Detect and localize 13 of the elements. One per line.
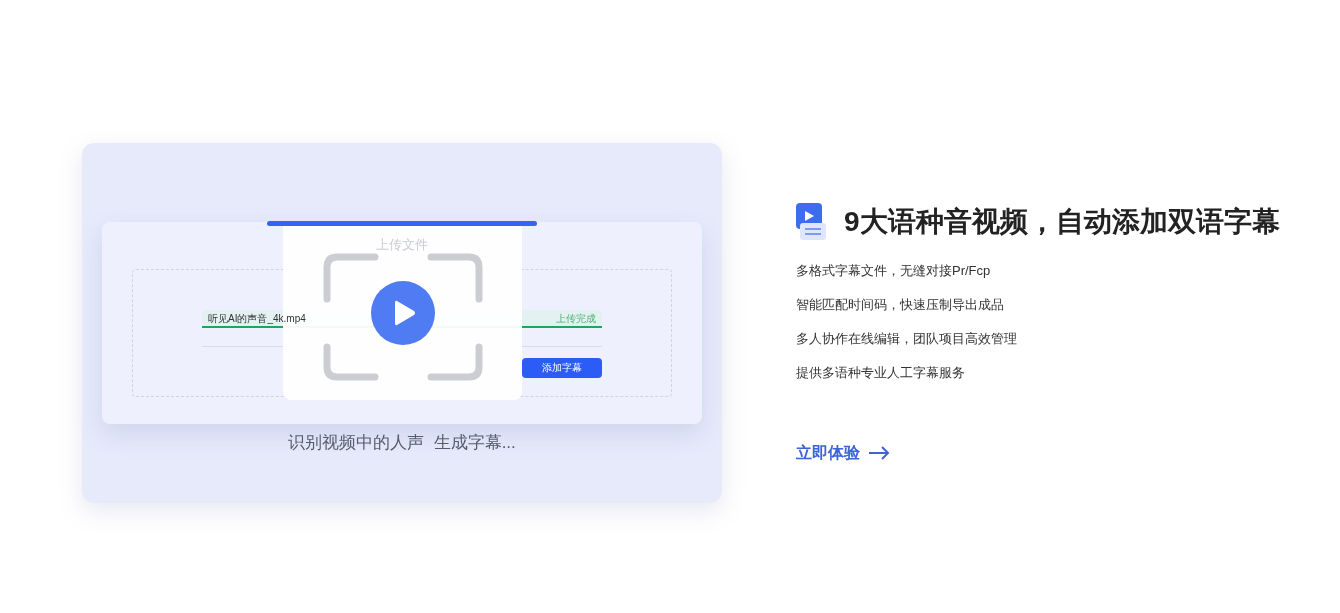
feature-item: 多格式字幕文件，无缝对接Pr/Fcp — [796, 262, 992, 279]
arrow-right-icon — [868, 446, 890, 460]
play-icon[interactable] — [370, 281, 435, 345]
upload-status: 上传完成 — [556, 314, 596, 324]
feature-item: 多人协作在线编辑，团队项目高效管理 — [796, 330, 1018, 347]
add-subtitles-button[interactable]: 添加字幕 — [522, 358, 602, 378]
caption: 识别视频中的人声 生成字幕... — [288, 432, 516, 454]
feature-item: 提供多语种专业人工字幕服务 — [796, 364, 966, 381]
try-now-link[interactable]: 立即体验 — [796, 441, 1280, 465]
video-subtitle-icon — [796, 203, 828, 241]
feature-title: 9大语种音视频，自动添加双语字幕 — [844, 208, 1280, 236]
feature-item: 智能匹配时间码，快速压制导出成品 — [796, 296, 1005, 313]
file-name: 听见AI的声音_4k.mp4 — [208, 314, 306, 324]
